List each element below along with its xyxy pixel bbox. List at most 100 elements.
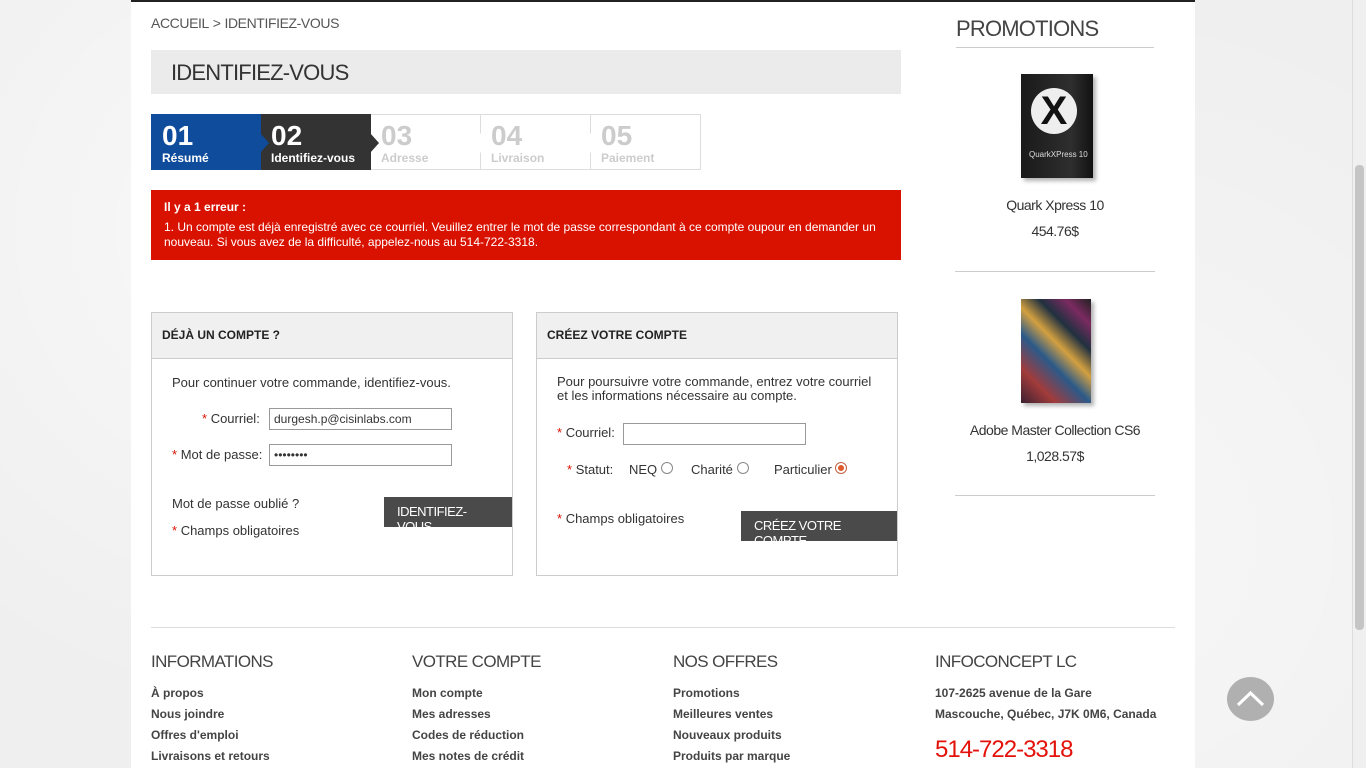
status-label: * Statut: [567, 462, 613, 477]
footer-offers: NOS OFFRES Promotions Meilleures ventes … [673, 652, 790, 768]
error-alert: Il y a 1 erreur : 1. Un compte est déjà … [151, 190, 901, 260]
promo-item[interactable]: X QuarkXPress 10 Quark Xpress 10 454.76$ [955, 74, 1155, 274]
login-email-field[interactable]: durgesh.p@cisinlabs.com [269, 408, 452, 430]
footer-informations: INFORMATIONS À propos Nous joindre Offre… [151, 652, 273, 768]
register-intro: Pour poursuivre votre commande, entrez v… [557, 375, 871, 403]
step-label: Adresse [381, 151, 429, 165]
register-submit-button[interactable]: CRÉEZ VOTRE COMPTE [741, 511, 897, 548]
footer-link[interactable]: Mes notes de crédit [412, 749, 541, 768]
login-heading: DÉJÀ UN COMPTE ? [152, 313, 512, 359]
login-email-label: * Courriel: [202, 411, 260, 426]
status-radio-individual[interactable] [835, 462, 847, 474]
footer-company: INFOCONCEPT LC 107-2625 avenue de la Gar… [935, 652, 1156, 764]
promo-divider [955, 271, 1155, 272]
footer-link[interactable]: Mes adresses [412, 707, 541, 728]
breadcrumb-separator: > [212, 15, 221, 31]
status-label-text: Statut: [575, 462, 614, 477]
footer-link[interactable]: Produits par marque [673, 749, 790, 768]
required-marker: * [557, 425, 563, 440]
register-intro-line1: Pour poursuivre votre commande, entrez v… [557, 374, 872, 389]
required-marker: * [557, 511, 563, 526]
step-payment: 05 Paiement [591, 114, 701, 170]
step-summary[interactable]: 01 Résumé [151, 114, 269, 170]
footer-heading: INFOCONCEPT LC [935, 652, 1077, 671]
register-email-label: * Courriel: [557, 425, 615, 440]
footer-link[interactable]: Offres d'emploi [151, 728, 273, 749]
footer-heading: NOS OFFRES [673, 652, 778, 671]
step-address: 03 Adresse [371, 114, 489, 170]
step-identify: 02 Identifiez-vous [261, 114, 379, 170]
quark-box-text: QuarkXPress 10 [1029, 150, 1088, 159]
promo-name[interactable]: Quark Xpress 10 [955, 197, 1155, 213]
footer-link[interactable]: Nous joindre [151, 707, 273, 728]
footer-link[interactable]: Nouveaux produits [673, 728, 790, 749]
login-password-field[interactable]: •••••••• [269, 444, 452, 466]
promo-name[interactable]: Adobe Master Collection CS6 [955, 422, 1155, 438]
register-email-field[interactable] [623, 423, 806, 445]
status-option-charity-label: Charité [691, 462, 733, 477]
footer-account: VOTRE COMPTE Mon compte Mes adresses Cod… [412, 652, 541, 768]
step-number: 01 [162, 120, 194, 151]
footer-link[interactable]: Livraisons et retours [151, 749, 273, 768]
footer-link[interactable]: Codes de réduction [412, 728, 541, 749]
breadcrumb: ACCUEIL > IDENTIFIEZ-VOUS [151, 15, 339, 31]
forgot-password-link[interactable]: Mot de passe oublié ? [172, 496, 299, 511]
register-required-note: * Champs obligatoires [557, 511, 684, 526]
step-number: 02 [271, 120, 303, 151]
promo-price: 1,028.57$ [1026, 448, 1084, 464]
breadcrumb-current: IDENTIFIEZ-VOUS [224, 15, 340, 31]
register-email-label-text: Courriel: [565, 425, 615, 440]
login-password-label: * Mot de passe: [172, 447, 262, 462]
page-title: IDENTIFIEZ-VOUS [151, 50, 901, 94]
scroll-to-top-button[interactable] [1227, 677, 1274, 721]
register-required-text: Champs obligatoires [565, 511, 685, 526]
step-shipping: 04 Livraison [481, 114, 599, 170]
quark-box-image[interactable]: X QuarkXPress 10 [1021, 74, 1093, 178]
login-submit-button[interactable]: IDENTIFIEZ-VOUS [384, 497, 512, 534]
footer-heading: INFORMATIONS [151, 652, 273, 671]
company-phone[interactable]: 514-722-3318 [935, 736, 1156, 764]
step-number: 05 [601, 120, 633, 151]
promo-item[interactable]: Adobe Master Collection CS6 1,028.57$ [955, 299, 1155, 499]
footer-link[interactable]: Mon compte [412, 686, 541, 707]
scrollbar-thumb[interactable] [1355, 165, 1364, 630]
footer-divider [151, 627, 1175, 628]
step-label: Identifiez-vous [271, 151, 356, 165]
footer-heading: VOTRE COMPTE [412, 652, 541, 671]
main-container: ACCUEIL > IDENTIFIEZ-VOUS IDENTIFIEZ-VOU… [131, 0, 1195, 768]
required-marker: * [202, 411, 208, 426]
login-required-note: * Champs obligatoires [172, 523, 299, 538]
status-radio-charity[interactable] [737, 462, 749, 474]
step-number: 03 [381, 120, 413, 151]
footer-link[interactable]: Promotions [673, 686, 790, 707]
footer-link[interactable]: Meilleures ventes [673, 707, 790, 728]
step-label: Livraison [491, 151, 545, 165]
error-title: Il y a 1 erreur : [164, 200, 247, 214]
required-marker: * [567, 462, 573, 477]
login-email-label-text: Courriel: [210, 411, 260, 426]
status-option-neq-label: NEQ [629, 462, 658, 477]
login-password-label-text: Mot de passe: [180, 447, 263, 462]
chevron-up-icon [1236, 690, 1265, 707]
footer-link[interactable]: À propos [151, 686, 273, 707]
login-required-text: Champs obligatoires [180, 523, 300, 538]
register-panel: CRÉEZ VOTRE COMPTE Pour poursuivre votre… [536, 312, 898, 576]
adobe-box-image[interactable] [1021, 299, 1091, 403]
login-intro: Pour continuer votre commande, identifie… [172, 375, 451, 390]
login-panel: DÉJÀ UN COMPTE ? Pour continuer votre co… [151, 312, 513, 576]
quark-x-logo: X [1031, 88, 1077, 134]
step-label: Paiement [601, 151, 655, 165]
promotions-heading: PROMOTIONS [956, 16, 1154, 48]
status-radio-neq[interactable] [661, 462, 673, 474]
breadcrumb-home-link[interactable]: ACCUEIL [151, 15, 209, 31]
status-option-individual-label: Particulier [774, 462, 832, 477]
register-heading: CRÉEZ VOTRE COMPTE [537, 313, 897, 359]
vertical-scrollbar[interactable] [1352, 0, 1366, 768]
step-number: 04 [491, 120, 523, 151]
required-marker: * [172, 447, 178, 462]
checkout-steps: 01 Résumé 02 Identifiez-vous 03 Adresse … [151, 114, 701, 170]
error-message: 1. Un compte est déjà enregistré avec ce… [164, 220, 876, 249]
register-intro-line2: et les informations nécessaire au compte… [557, 388, 797, 403]
company-address-line2: Mascouche, Québec, J7K 0M6, Canada [935, 707, 1157, 721]
promo-price: 454.76$ [1031, 223, 1079, 239]
